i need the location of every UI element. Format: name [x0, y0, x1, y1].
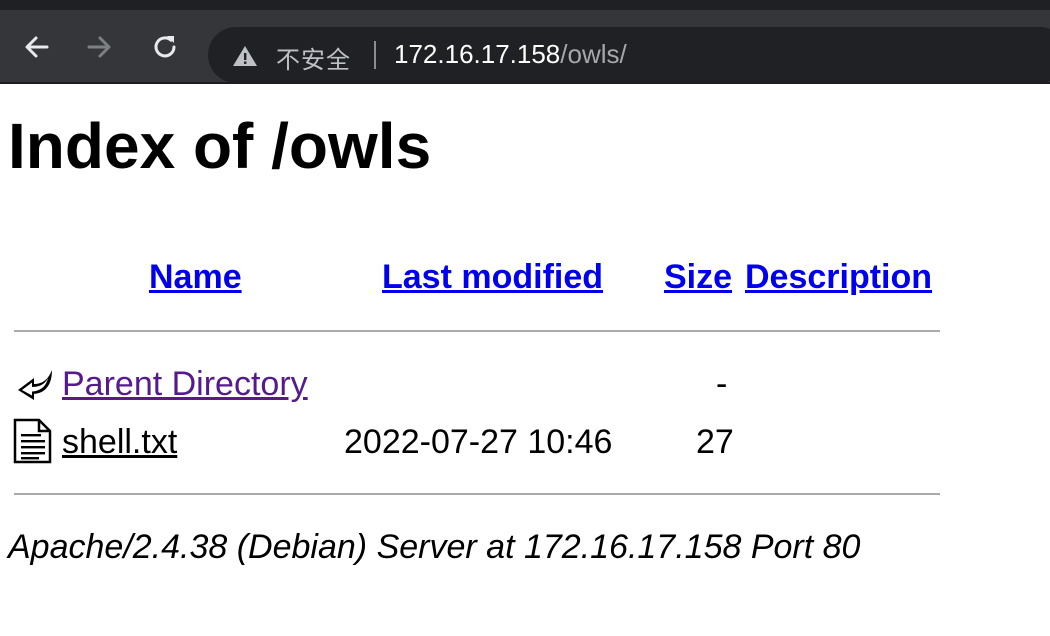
security-status-label[interactable]: 不安全: [276, 40, 351, 75]
page-content: Index of /owls Name Last modified Size D…: [0, 84, 1050, 636]
url-text[interactable]: 172.16.17.158/owls/: [394, 39, 627, 70]
address-bar[interactable]: 不安全 172.16.17.158/owls/: [208, 27, 1050, 83]
url-path: /owls/: [560, 39, 627, 69]
forward-button[interactable]: [84, 32, 114, 62]
entry-size: -: [716, 365, 728, 403]
window-top-strip: [0, 0, 1050, 10]
text-file-icon: [13, 418, 52, 464]
table-divider-top: [14, 330, 940, 332]
column-header-name[interactable]: Name: [149, 260, 242, 294]
warning-triangle-icon[interactable]: [232, 44, 258, 68]
server-signature: Apache/2.4.38 (Debian) Server at 172.16.…: [8, 528, 861, 566]
arrow-right-icon: [87, 36, 111, 58]
entry-size: 27: [696, 423, 734, 461]
entry-link-shell-txt[interactable]: shell.txt: [62, 425, 177, 459]
arrow-left-icon: [25, 36, 49, 58]
browser-toolbar: 不安全 172.16.17.158/owls/: [0, 10, 1050, 83]
reload-icon: [154, 36, 176, 58]
column-header-size[interactable]: Size: [664, 260, 732, 294]
back-button[interactable]: [22, 32, 52, 62]
back-arrow-icon: [18, 370, 52, 400]
column-header-description[interactable]: Description: [745, 260, 932, 294]
entry-link-parent-directory[interactable]: Parent Directory: [62, 367, 308, 401]
entry-last-modified: 2022-07-27 10:46: [344, 423, 613, 461]
page-title: Index of /owls: [8, 110, 432, 182]
table-divider-bottom: [14, 493, 940, 495]
url-host: 172.16.17.158: [394, 39, 561, 69]
reload-button[interactable]: [150, 32, 180, 62]
omnibox-divider: [374, 41, 376, 69]
column-header-last-modified[interactable]: Last modified: [382, 260, 603, 294]
